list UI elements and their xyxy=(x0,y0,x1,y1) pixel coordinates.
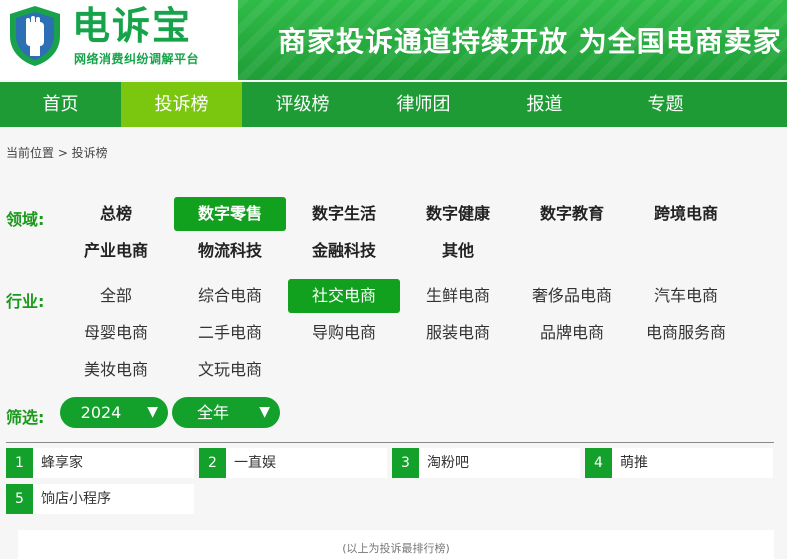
domain-chip-industrial[interactable]: 产业电商 xyxy=(60,234,172,268)
domain-chip-logistics[interactable]: 物流科技 xyxy=(174,234,286,268)
shield-fist-icon xyxy=(10,6,60,66)
nav-lawyer-team[interactable]: 律师团 xyxy=(363,82,484,127)
period-select[interactable]: 全年 ▼ xyxy=(172,397,280,428)
divider xyxy=(6,442,774,443)
industry-chip-social[interactable]: 社交电商 xyxy=(288,279,400,313)
site-logo[interactable]: 电诉宝 网络消费纠纷调解平台 xyxy=(0,0,238,80)
domain-chip-digital-retail[interactable]: 数字零售 xyxy=(174,197,286,231)
domain-chip-digital-health[interactable]: 数字健康 xyxy=(402,197,514,231)
industry-chip-service-provider[interactable]: 电商服务商 xyxy=(630,316,742,350)
ranking-item[interactable]: 3 淘粉吧 xyxy=(392,448,580,478)
ranking-footer-note: (以上为投诉最排行榜) xyxy=(342,542,450,555)
header-banner[interactable]: 商家投诉通道持续开放 为全国电商卖家 xyxy=(238,0,787,80)
ranking-item[interactable]: 4 萌推 xyxy=(585,448,773,478)
industry-chip-second-hand[interactable]: 二手电商 xyxy=(174,316,286,350)
brand-name: 电诉宝 xyxy=(72,4,193,48)
banner-slogan: 商家投诉通道持续开放 为全国电商卖家 xyxy=(278,25,782,58)
domain-label: 领域: xyxy=(6,210,45,229)
main-nav: 首页 投诉榜 评级榜 律师团 报道 专题 xyxy=(0,82,787,127)
rank-number: 2 xyxy=(199,448,226,478)
year-select[interactable]: 2024 ▼ xyxy=(60,397,168,428)
nav-home[interactable]: 首页 xyxy=(0,82,121,127)
domain-chip-digital-life[interactable]: 数字生活 xyxy=(288,197,400,231)
industry-chip-apparel[interactable]: 服装电商 xyxy=(402,316,514,350)
industry-chip-auto[interactable]: 汽车电商 xyxy=(630,279,742,313)
industry-chip-beauty[interactable]: 美妆电商 xyxy=(60,353,172,387)
ranking-footer: (以上为投诉最排行榜) xyxy=(18,530,774,559)
rank-merchant-name: 饷店小程序 xyxy=(41,491,111,507)
domain-chip-cross-border[interactable]: 跨境电商 xyxy=(630,197,742,231)
industry-chip-general[interactable]: 综合电商 xyxy=(174,279,286,313)
ranking-item[interactable]: 1 蜂享家 xyxy=(6,448,194,478)
industry-chip-shopping-guide[interactable]: 导购电商 xyxy=(288,316,400,350)
industry-chip-maternal[interactable]: 母婴电商 xyxy=(60,316,172,350)
industry-chip-collectibles[interactable]: 文玩电商 xyxy=(174,353,286,387)
industry-chip-brand[interactable]: 品牌电商 xyxy=(516,316,628,350)
nav-topics[interactable]: 专题 xyxy=(605,82,726,127)
period-select-value: 全年 xyxy=(196,403,229,422)
industry-label: 行业: xyxy=(6,292,45,311)
breadcrumb: 当前位置 > 投诉榜 xyxy=(6,146,108,160)
industry-chip-fresh[interactable]: 生鲜电商 xyxy=(402,279,514,313)
rank-number: 5 xyxy=(6,484,33,514)
rank-merchant-name: 蜂享家 xyxy=(41,455,83,471)
brand-subtitle: 网络消费纠纷调解平台 xyxy=(74,52,200,66)
rank-merchant-name: 一直娱 xyxy=(234,455,276,471)
rank-number: 1 xyxy=(6,448,33,478)
site-header: 电诉宝 网络消费纠纷调解平台 商家投诉通道持续开放 为全国电商卖家 xyxy=(0,0,787,80)
domain-chip-other[interactable]: 其他 xyxy=(402,234,514,268)
dropdown-arrow-icon: ▼ xyxy=(147,404,158,420)
domain-chip-digital-education[interactable]: 数字教育 xyxy=(516,197,628,231)
domain-chip-total[interactable]: 总榜 xyxy=(60,197,172,231)
rank-number: 4 xyxy=(585,448,612,478)
nav-complaint-ranking[interactable]: 投诉榜 xyxy=(121,82,242,127)
year-select-value: 2024 xyxy=(80,403,122,422)
dropdown-arrow-icon: ▼ xyxy=(259,404,270,420)
industry-chip-luxury[interactable]: 奢侈品电商 xyxy=(516,279,628,313)
domain-chip-fintech[interactable]: 金融科技 xyxy=(288,234,400,268)
ranking-item[interactable]: 5 饷店小程序 xyxy=(6,484,194,514)
screen-label: 筛选: xyxy=(6,408,45,427)
rank-number: 3 xyxy=(392,448,419,478)
industry-chip-all[interactable]: 全部 xyxy=(60,279,172,313)
rank-merchant-name: 萌推 xyxy=(620,455,648,471)
nav-rating-ranking[interactable]: 评级榜 xyxy=(242,82,363,127)
ranking-item[interactable]: 2 一直娱 xyxy=(199,448,387,478)
rank-merchant-name: 淘粉吧 xyxy=(427,455,469,471)
nav-reports[interactable]: 报道 xyxy=(484,82,605,127)
